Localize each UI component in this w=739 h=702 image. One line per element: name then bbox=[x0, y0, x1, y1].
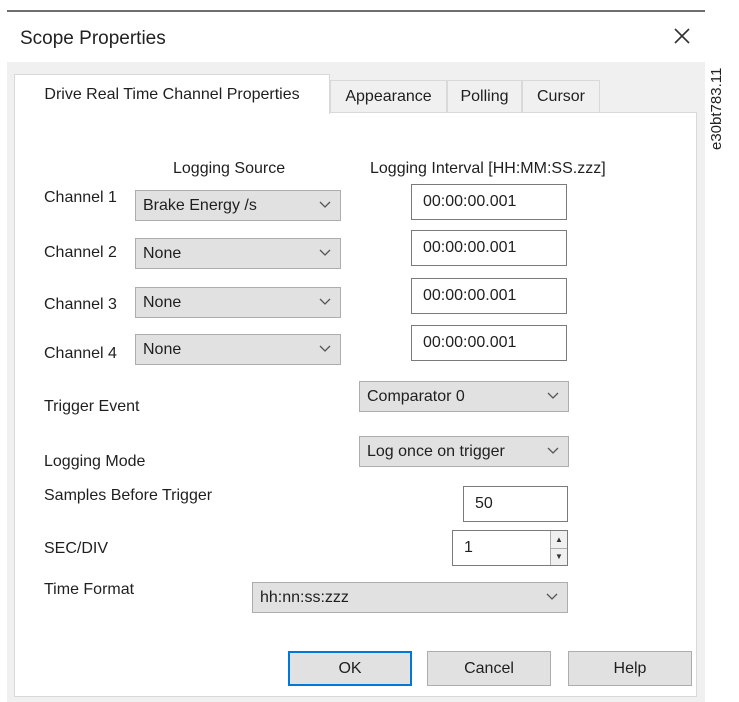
tab-polling[interactable]: Polling bbox=[447, 80, 522, 112]
sec-div-value: 1 bbox=[464, 539, 473, 556]
spin-down-icon[interactable]: ▼ bbox=[551, 549, 567, 566]
chevron-down-icon bbox=[547, 392, 559, 399]
chevron-down-icon bbox=[547, 447, 559, 454]
channel-4-source-value: None bbox=[143, 340, 182, 358]
sec-div-label: SEC/DIV bbox=[44, 540, 109, 557]
window-top-border bbox=[7, 10, 705, 12]
help-button[interactable]: Help bbox=[568, 651, 692, 686]
channel-3-source-select[interactable]: None bbox=[135, 287, 341, 318]
window-title: Scope Properties bbox=[20, 28, 166, 49]
logging-interval-header: Logging Interval [HH:MM:SS.zzz] bbox=[370, 160, 606, 177]
logging-mode-value: Log once on trigger bbox=[367, 442, 505, 460]
tab-appearance[interactable]: Appearance bbox=[330, 80, 447, 112]
channel-2-label: Channel 2 bbox=[44, 244, 117, 261]
trigger-event-label: Trigger Event bbox=[44, 398, 140, 415]
logging-mode-select[interactable]: Log once on trigger bbox=[359, 436, 569, 467]
tab-cursor[interactable]: Cursor bbox=[522, 80, 600, 112]
time-format-label: Time Format bbox=[44, 581, 135, 598]
spin-up-icon[interactable]: ▲ bbox=[551, 531, 567, 549]
samples-before-trigger-input[interactable]: 50 bbox=[463, 486, 568, 522]
channel-1-label: Channel 1 bbox=[44, 189, 117, 206]
trigger-event-value: Comparator 0 bbox=[367, 387, 465, 405]
close-icon bbox=[674, 28, 690, 44]
tab-drive-real-time-channel-properties[interactable]: Drive Real Time Channel Properties bbox=[14, 74, 330, 114]
sec-div-spinbox[interactable]: 1 ▲ ▼ bbox=[452, 530, 568, 566]
channel-4-label: Channel 4 bbox=[44, 345, 117, 362]
figure-code-text: e30bt783.11 bbox=[708, 68, 725, 150]
channel-3-label: Channel 3 bbox=[44, 296, 117, 313]
logging-source-header: Logging Source bbox=[173, 160, 286, 177]
chevron-down-icon bbox=[319, 201, 331, 208]
time-format-select[interactable]: hh:nn:ss:zzz bbox=[252, 582, 568, 613]
channel-2-source-value: None bbox=[143, 244, 182, 262]
chevron-down-icon bbox=[319, 249, 331, 256]
ok-button[interactable]: OK bbox=[288, 651, 412, 686]
logging-mode-label: Logging Mode bbox=[44, 453, 146, 470]
samples-before-trigger-label: Samples Before Trigger bbox=[44, 487, 213, 504]
channel-1-source-select[interactable]: Brake Energy /s bbox=[135, 190, 341, 221]
channel-3-source-value: None bbox=[143, 293, 182, 311]
trigger-event-select[interactable]: Comparator 0 bbox=[359, 381, 569, 412]
channel-2-interval-input[interactable]: 00:00:00.001 bbox=[411, 230, 567, 266]
time-format-value: hh:nn:ss:zzz bbox=[260, 588, 349, 606]
channel-4-interval-input[interactable]: 00:00:00.001 bbox=[411, 325, 567, 361]
channel-3-interval-input[interactable]: 00:00:00.001 bbox=[411, 278, 567, 314]
chevron-down-icon bbox=[546, 593, 558, 600]
close-button[interactable] bbox=[664, 18, 700, 54]
channel-2-source-select[interactable]: None bbox=[135, 238, 341, 269]
channel-1-source-value: Brake Energy /s bbox=[143, 196, 257, 214]
channel-4-source-select[interactable]: None bbox=[135, 334, 341, 365]
chevron-down-icon bbox=[319, 298, 331, 305]
chevron-down-icon bbox=[319, 345, 331, 352]
cancel-button[interactable]: Cancel bbox=[427, 651, 551, 686]
channel-1-interval-input[interactable]: 00:00:00.001 bbox=[411, 184, 567, 220]
sec-div-spin-buttons[interactable]: ▲ ▼ bbox=[550, 531, 567, 565]
